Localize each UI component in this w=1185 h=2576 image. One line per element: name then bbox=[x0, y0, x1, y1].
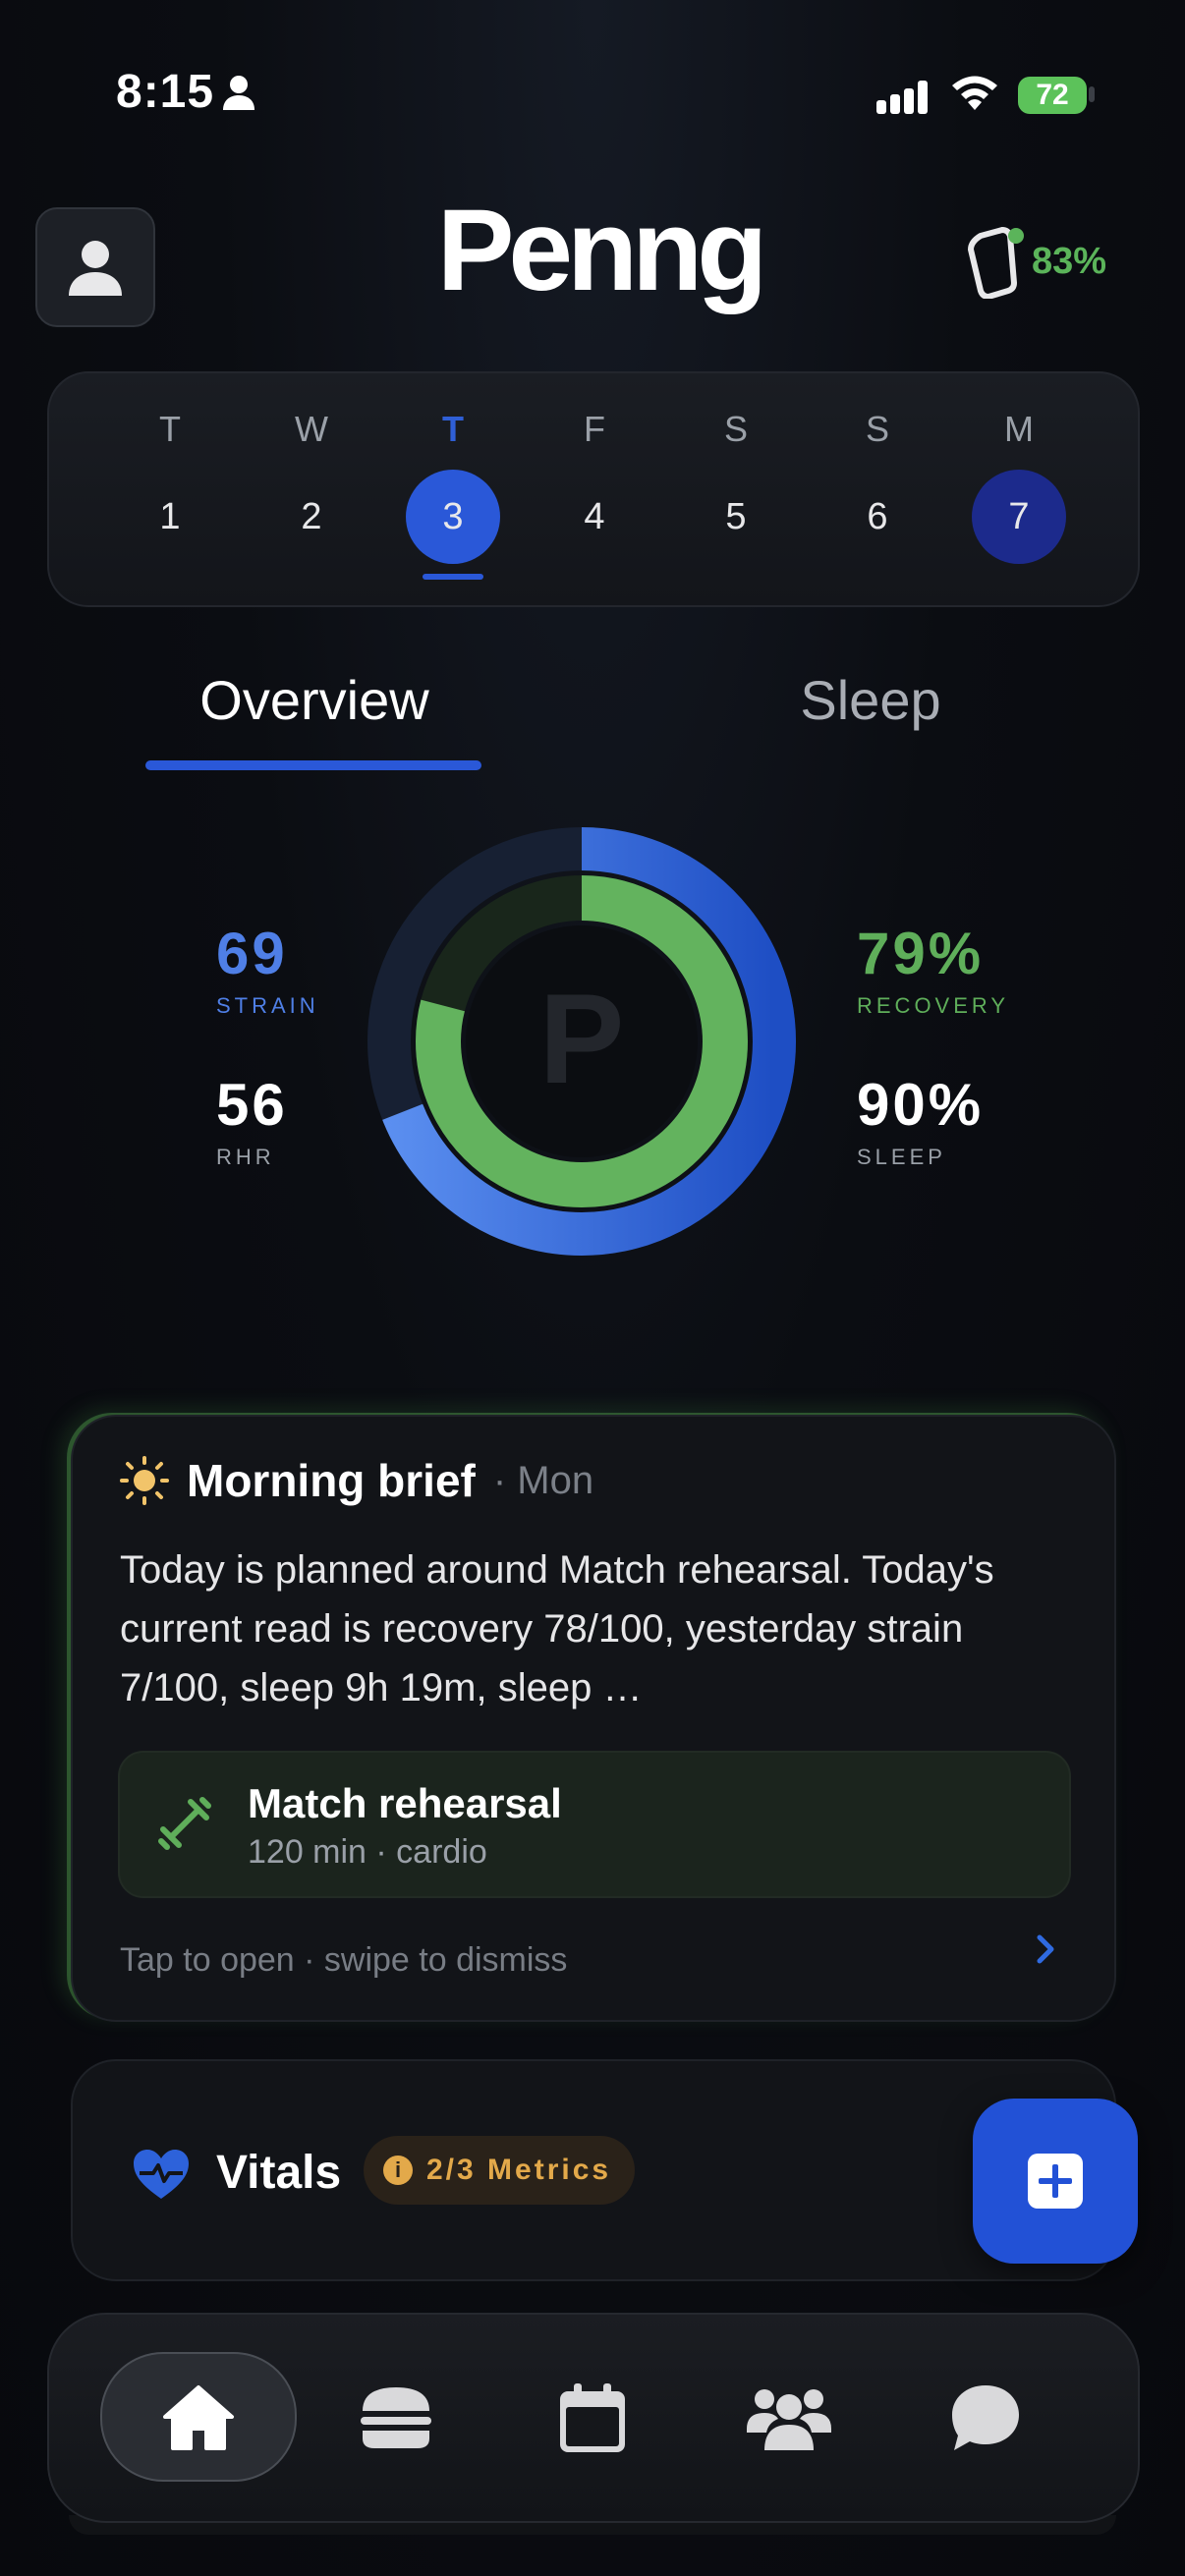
day-item-today[interactable]: M 7 bbox=[970, 409, 1068, 564]
rhr-stat[interactable]: 56 RHR bbox=[216, 1071, 288, 1170]
day-item[interactable]: S 6 bbox=[828, 409, 927, 564]
day-number: 1 bbox=[159, 495, 181, 537]
chevron-right-icon[interactable] bbox=[1026, 1930, 1065, 1969]
signal-icon bbox=[876, 79, 933, 121]
tab-indicator bbox=[145, 760, 481, 770]
score-rings[interactable]: P bbox=[366, 825, 798, 1258]
battery-indicator: 72 bbox=[1018, 77, 1087, 114]
workout-item[interactable]: Match rehearsal 120 min · cardio bbox=[118, 1751, 1071, 1898]
vitals-metrics-badge[interactable]: i 2/3 Metrics bbox=[364, 2136, 636, 2205]
tab-calendar[interactable] bbox=[538, 2364, 647, 2472]
brief-header: Morning brief · Mon bbox=[120, 1454, 593, 1507]
calendar-icon bbox=[560, 2383, 625, 2452]
person-icon bbox=[222, 75, 255, 115]
brief-hint: Tap to open · swipe to dismiss bbox=[120, 1941, 568, 1979]
day-letter: F bbox=[584, 409, 605, 449]
home-icon bbox=[163, 2385, 234, 2450]
day-number: 7 bbox=[972, 470, 1066, 564]
day-letter: W bbox=[295, 409, 328, 449]
brief-title: Morning brief bbox=[187, 1455, 476, 1506]
strain-label: STRAIN bbox=[216, 993, 319, 1018]
day-item[interactable]: S 5 bbox=[687, 409, 785, 564]
day-item-selected[interactable]: T 3 bbox=[404, 409, 502, 580]
selected-day-underline bbox=[423, 574, 483, 580]
sleep-value: 90% bbox=[857, 1072, 985, 1138]
day-letter: T bbox=[442, 409, 464, 449]
burger-icon bbox=[361, 2387, 431, 2448]
device-battery: 83% bbox=[1032, 240, 1107, 282]
strain-value: 69 bbox=[216, 921, 288, 986]
workout-name: Match rehearsal bbox=[248, 1780, 562, 1826]
person-icon bbox=[69, 241, 122, 296]
tab-nutrition[interactable] bbox=[342, 2364, 450, 2472]
recovery-value: 79% bbox=[857, 921, 985, 986]
people-icon bbox=[747, 2389, 831, 2450]
chat-icon bbox=[952, 2385, 1019, 2450]
tab-chat[interactable] bbox=[931, 2364, 1040, 2472]
day-number: 5 bbox=[725, 495, 747, 537]
day-number: 6 bbox=[867, 495, 888, 537]
dumbbell-icon bbox=[158, 1797, 211, 1850]
sleep-label: SLEEP bbox=[857, 1145, 946, 1169]
rhr-value: 56 bbox=[216, 1072, 288, 1138]
day-item[interactable]: T 1 bbox=[121, 409, 219, 564]
day-letter: S bbox=[865, 409, 889, 449]
heart-pulse-icon bbox=[134, 2150, 189, 2199]
brief-body: Today is planned around Match rehearsal.… bbox=[120, 1548, 994, 1709]
day-letter: T bbox=[159, 409, 181, 449]
recovery-label: RECOVERY bbox=[857, 993, 1010, 1018]
vitals-title: Vitals bbox=[216, 2147, 342, 2199]
sun-icon bbox=[120, 1456, 169, 1505]
day-item[interactable]: F 4 bbox=[545, 409, 644, 564]
recovery-stat[interactable]: 79% RECOVERY bbox=[857, 920, 1009, 1019]
tab-sleep[interactable]: Sleep bbox=[702, 668, 1040, 732]
tab-home[interactable] bbox=[100, 2352, 297, 2482]
bottom-tab-bar bbox=[47, 2313, 1140, 2523]
plus-icon bbox=[1028, 2154, 1083, 2209]
morning-brief-card[interactable]: Morning brief · Mon Today is planned aro… bbox=[71, 1415, 1116, 2022]
day-number: 3 bbox=[406, 470, 500, 564]
profile-button[interactable] bbox=[35, 207, 155, 327]
info-icon: i bbox=[383, 2156, 413, 2185]
workout-meta: 120 min · cardio bbox=[248, 1833, 487, 1871]
strain-stat[interactable]: 69 STRAIN bbox=[216, 920, 319, 1019]
brief-day: · Mon bbox=[492, 1458, 594, 1502]
sleep-stat[interactable]: 90% SLEEP bbox=[857, 1071, 984, 1170]
add-button[interactable] bbox=[973, 2099, 1138, 2264]
rhr-label: RHR bbox=[216, 1145, 275, 1169]
watch-icon bbox=[967, 226, 1024, 299]
vitals-badge-label: 2/3 Metrics bbox=[426, 2154, 612, 2186]
device-status[interactable]: 83% bbox=[963, 224, 1106, 299]
tab-community[interactable] bbox=[735, 2364, 843, 2472]
brand-logo: Penng bbox=[436, 186, 768, 315]
tab-overview[interactable]: Overview bbox=[145, 668, 483, 732]
day-item[interactable]: W 2 bbox=[262, 409, 361, 564]
week-strip: T 1 W 2 T 3 F 4 S 5 S 6 M 7 bbox=[47, 371, 1140, 607]
vitals-card[interactable]: Vitals i 2/3 Metrics bbox=[71, 2059, 1116, 2281]
day-letter: S bbox=[723, 409, 748, 449]
day-number: 2 bbox=[301, 495, 322, 537]
day-number: 4 bbox=[584, 495, 605, 537]
battery-cap bbox=[1089, 86, 1095, 102]
wifi-icon bbox=[949, 73, 1000, 117]
center-logo: P bbox=[539, 967, 625, 1110]
status-time: 8:15 bbox=[116, 66, 215, 118]
day-letter: M bbox=[1004, 409, 1034, 449]
